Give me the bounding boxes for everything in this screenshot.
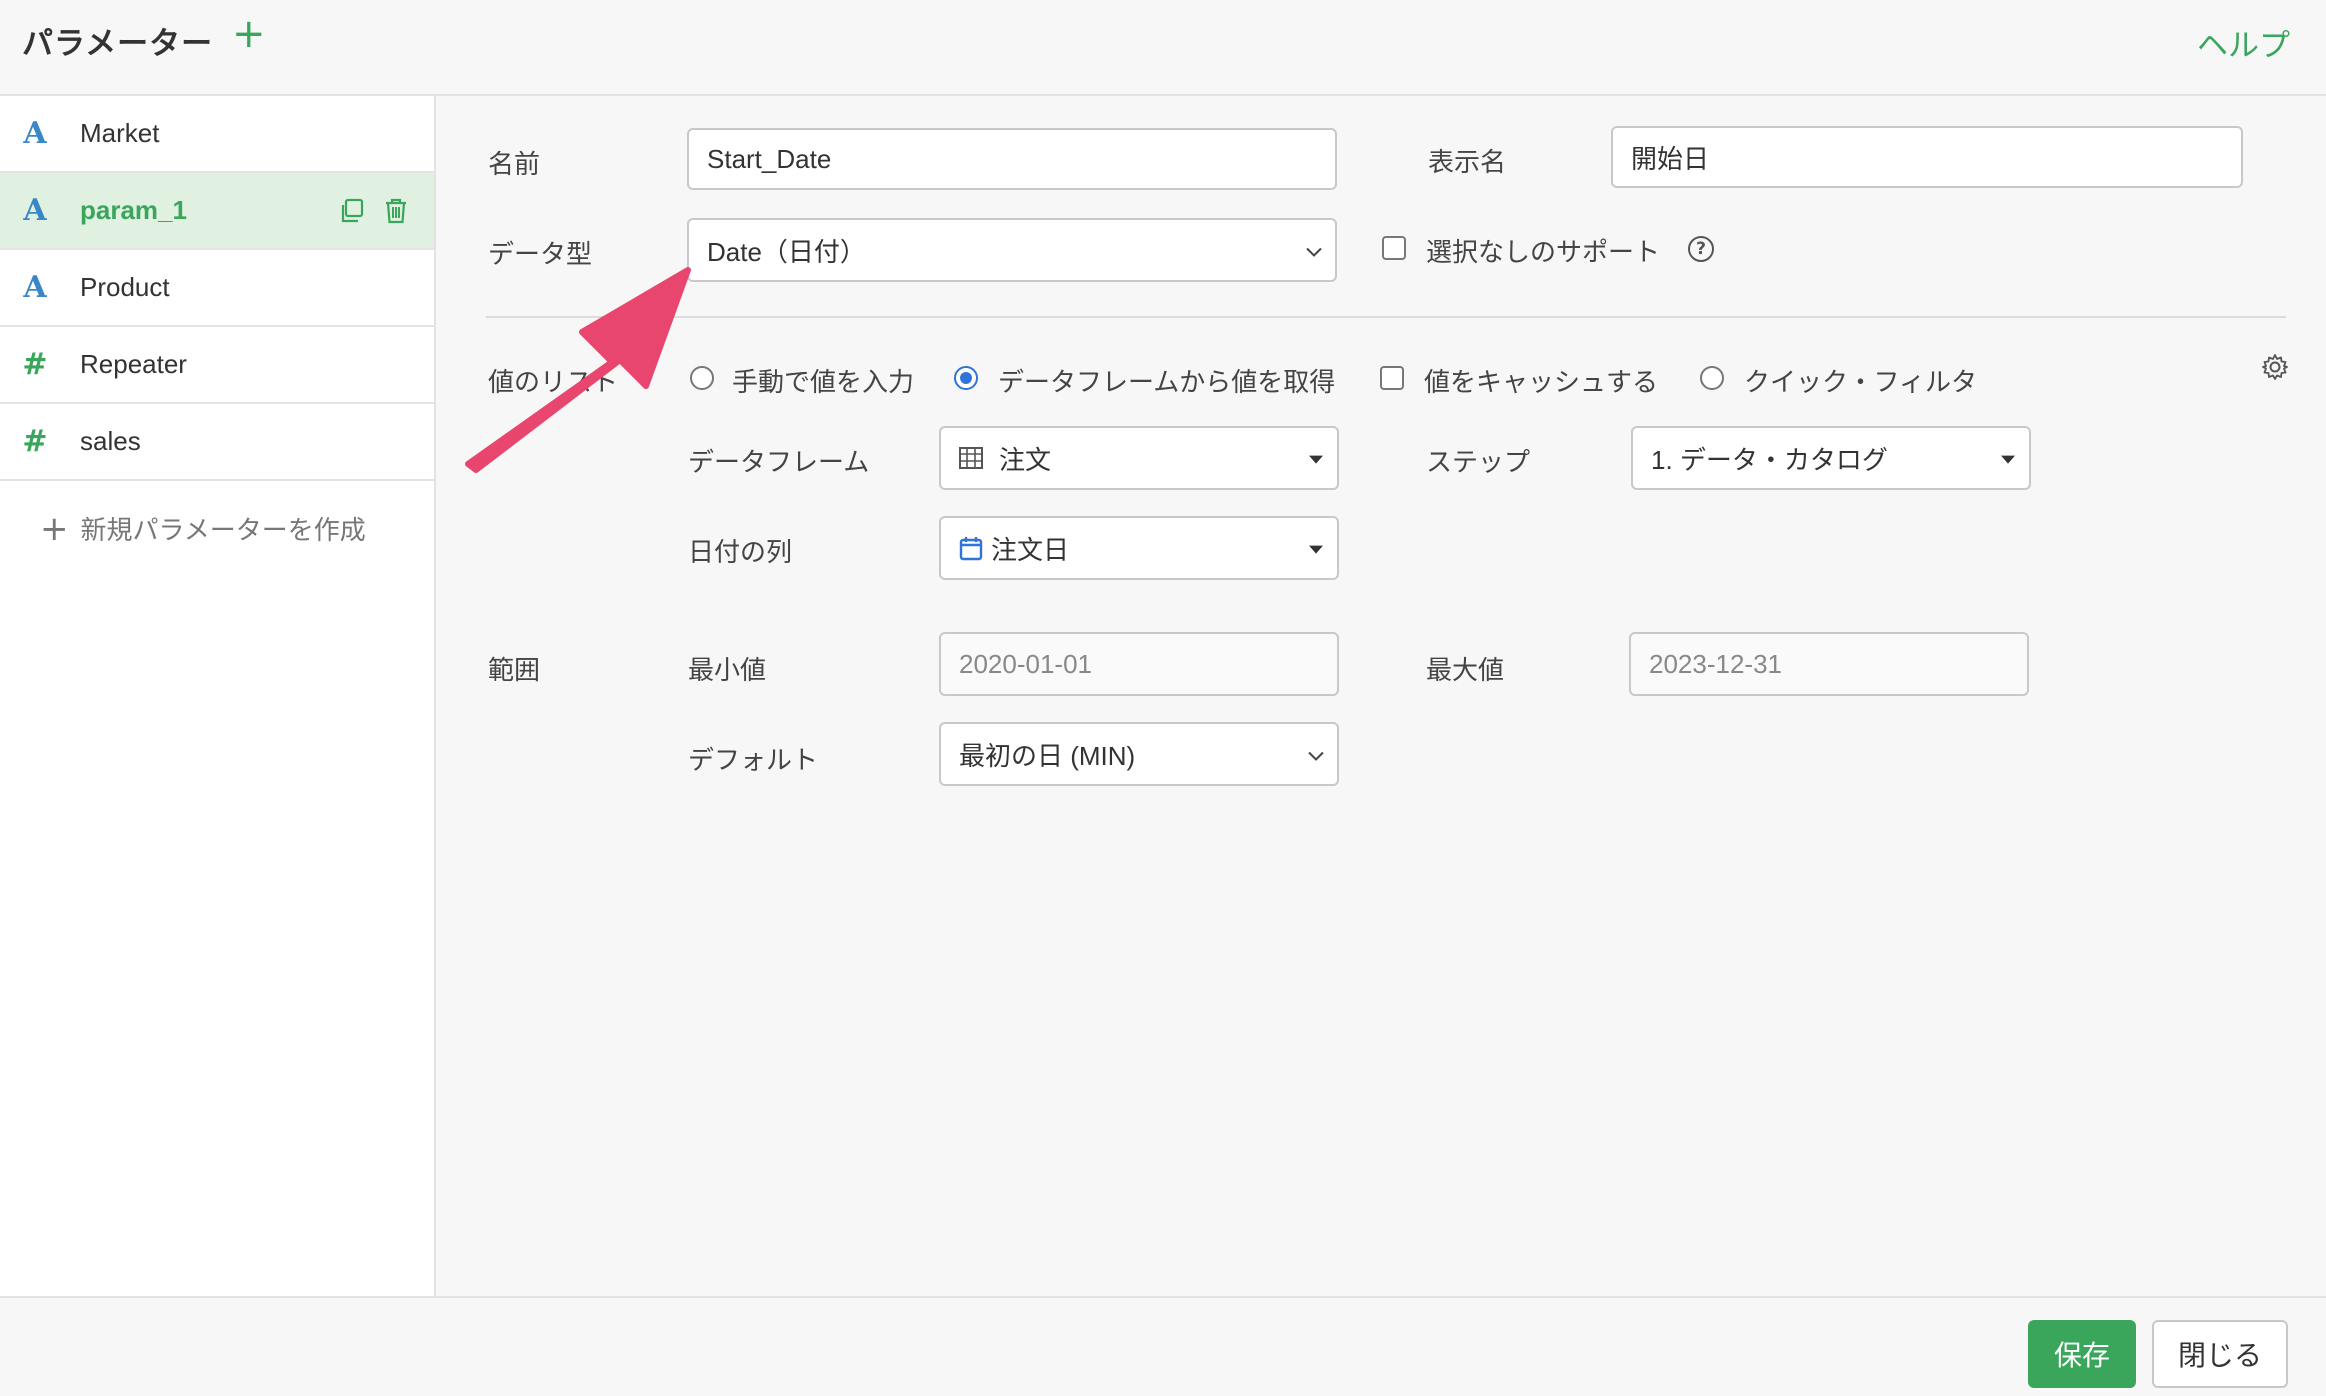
caret-down-icon — [2001, 455, 2015, 464]
add-parameter-button[interactable]: + — [232, 14, 266, 54]
number-type-icon: # — [22, 347, 48, 382]
min-value-input[interactable]: 2020-01-01 — [939, 632, 1339, 696]
dataframe-label: データフレーム — [688, 448, 870, 478]
step-select[interactable]: 1. データ・カタログ — [1631, 426, 2031, 490]
sidebar-item-market[interactable]: A Market — [0, 96, 434, 173]
dataframe-option-label: データフレームから値を取得 — [998, 368, 1336, 398]
text-type-icon: A — [23, 270, 47, 305]
sidebar-item-product[interactable]: A Product — [0, 250, 434, 327]
display-name-label: 表示名 — [1428, 148, 1507, 178]
manual-input-radio[interactable] — [690, 366, 714, 390]
name-label: 名前 — [488, 150, 541, 180]
data-type-value: Date（日付） — [707, 236, 866, 267]
caret-down-icon — [1309, 455, 1323, 464]
section-divider — [486, 316, 2286, 318]
quick-filter-radio[interactable] — [1700, 366, 1724, 390]
save-button[interactable]: 保存 — [2028, 1320, 2136, 1388]
gear-icon[interactable] — [2260, 352, 2290, 386]
number-type-icon: # — [22, 424, 48, 459]
cache-label: 値をキャッシュする — [1424, 368, 1659, 398]
chevron-down-icon — [1307, 739, 1325, 770]
data-type-select[interactable]: Date（日付） — [687, 218, 1337, 282]
help-circle-icon[interactable]: ? — [1688, 236, 1714, 262]
name-input[interactable]: Start_Date — [687, 128, 1337, 190]
sidebar-item-label: Repeater — [80, 349, 187, 379]
sidebar-item-sales[interactable]: # sales — [0, 404, 434, 481]
sidebar-item-label: Product — [80, 272, 170, 302]
text-type-icon: A — [23, 193, 47, 228]
default-label: デフォルト — [688, 746, 819, 776]
sidebar-item-repeater[interactable]: # Repeater — [0, 327, 434, 404]
sidebar-item-label: Market — [80, 118, 160, 148]
chevron-down-icon — [1305, 235, 1323, 266]
default-select[interactable]: 最初の日 (MIN) — [939, 722, 1339, 786]
step-label: ステップ — [1426, 448, 1531, 478]
dialog-header: パラメーター + ヘルプ — [0, 0, 2326, 96]
sidebar-item-label: sales — [80, 426, 141, 456]
dialog-footer: 保存 閉じる — [0, 1296, 2326, 1396]
new-parameter-button[interactable]: + 新規パラメーターを作成 — [40, 510, 366, 547]
support-none-checkbox[interactable] — [1382, 236, 1406, 260]
quick-filter-label: クイック・フィルタ — [1744, 368, 1977, 398]
value-list-label: 値のリスト — [488, 368, 619, 398]
duplicate-icon[interactable] — [338, 197, 366, 229]
dataframe-select[interactable]: 注文 — [939, 426, 1339, 490]
new-parameter-label: 新規パラメーターを作成 — [80, 516, 366, 546]
page-title: パラメーター — [22, 26, 214, 62]
trash-icon[interactable] — [382, 197, 410, 229]
date-column-label: 日付の列 — [688, 538, 793, 568]
help-link[interactable]: ヘルプ — [2197, 20, 2290, 65]
range-label: 範囲 — [488, 656, 541, 686]
min-label: 最小値 — [688, 656, 767, 686]
dataframe-radio[interactable] — [954, 366, 978, 390]
cache-checkbox[interactable] — [1380, 366, 1404, 390]
data-type-label: データ型 — [488, 240, 593, 270]
step-value: 1. データ・カタログ — [1651, 444, 1888, 475]
dataframe-value: 注文 — [999, 444, 1052, 475]
parameter-list-sidebar: A Market A param_1 A Product # Repeater … — [0, 96, 436, 1296]
calendar-icon — [959, 535, 983, 561]
sidebar-item-label: param_1 — [80, 195, 187, 225]
default-value: 最初の日 (MIN) — [959, 740, 1136, 771]
max-value-input[interactable]: 2023-12-31 — [1629, 632, 2029, 696]
close-button[interactable]: 閉じる — [2152, 1320, 2288, 1388]
date-column-value: 注文日 — [991, 534, 1070, 565]
display-name-input[interactable]: 開始日 — [1611, 126, 2243, 188]
sidebar-item-param-1[interactable]: A param_1 — [0, 173, 434, 250]
parameter-form: 名前 Start_Date 表示名 開始日 データ型 Date（日付） 選択なし… — [438, 96, 2326, 1296]
plus-icon: + — [40, 508, 69, 549]
manual-input-label: 手動で値を入力 — [732, 368, 915, 398]
max-label: 最大値 — [1426, 656, 1505, 686]
table-icon — [959, 447, 983, 469]
date-column-select[interactable]: 注文日 — [939, 516, 1339, 580]
support-none-label: 選択なしのサポート — [1426, 238, 1661, 268]
caret-down-icon — [1309, 545, 1323, 554]
text-type-icon: A — [23, 116, 47, 151]
